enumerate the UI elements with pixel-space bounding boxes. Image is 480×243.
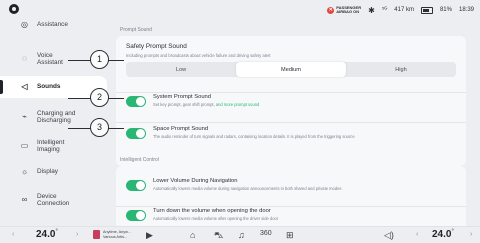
section-label-intelligent-control: Intelligent Control bbox=[120, 157, 159, 163]
right-temp-increase[interactable]: › bbox=[470, 231, 472, 238]
sounds-settings-panel: Prompt Sound Safety Prompt Sound Includi… bbox=[110, 20, 480, 226]
safety-volume-segmented-control: Low Medium High bbox=[126, 62, 456, 77]
signal-icon: ⁵ᴳ bbox=[381, 7, 388, 13]
left-temp-decrease[interactable]: ‹ bbox=[12, 231, 14, 238]
sidebar-item-device-connection[interactable]: ∞ Device Connection bbox=[0, 188, 107, 212]
car-settings-screen: ✕ PASSENGER AIRBAG ON ✱ ⁵ᴳ 417 km 81% 18… bbox=[0, 0, 480, 243]
car-icon[interactable]: ⛍ bbox=[214, 230, 223, 242]
callout-1: 1 bbox=[90, 50, 109, 69]
safety-prompt-title: Safety Prompt Sound bbox=[126, 43, 187, 50]
lower-nav-desc: Automatically lowers media volume during… bbox=[153, 186, 342, 191]
airbag-status: ✕ PASSENGER AIRBAG ON bbox=[327, 5, 361, 15]
divider bbox=[116, 92, 466, 93]
door-volume-row: Turn down the volume when opening the do… bbox=[116, 206, 466, 226]
bottom-dock: ‹ 24.0° › Anytime, Anyw... Various Artis… bbox=[0, 226, 480, 243]
media-artist: Various Artis... bbox=[103, 234, 128, 239]
space-prompt-row: Space Prompt Sound The audio reminder of… bbox=[116, 122, 466, 144]
sidebar-item-label: Voice Assistant bbox=[37, 51, 63, 67]
media-info[interactable]: Anytime, Anyw... Various Artis... bbox=[103, 230, 131, 239]
battery-icon bbox=[420, 6, 433, 14]
more-prompt-sound-link[interactable]: and more prompt sound bbox=[216, 102, 259, 107]
space-prompt-title: Space Prompt Sound bbox=[153, 126, 209, 132]
media-title: Anytime, Anyw... bbox=[103, 230, 131, 234]
play-icon[interactable]: ▶ bbox=[146, 230, 153, 241]
prompt-sound-card: Safety Prompt Sound Including prompts an… bbox=[116, 36, 466, 166]
system-prompt-title: System Prompt Sound bbox=[153, 94, 211, 100]
option-medium[interactable]: Medium bbox=[236, 62, 346, 77]
callout-3: 3 bbox=[90, 118, 109, 137]
sun-icon: ☼ bbox=[20, 167, 29, 177]
right-temperature[interactable]: 24.0° bbox=[432, 229, 454, 240]
battery-percent: 81% bbox=[439, 7, 452, 13]
right-temp-decrease[interactable]: ‹ bbox=[416, 231, 418, 238]
right-temp-unit: ° bbox=[451, 229, 454, 235]
charging-icon: ⌁ bbox=[22, 112, 27, 122]
sidebar-item-intelligent-imaging[interactable]: ▭ Intelligent Imaging bbox=[0, 134, 107, 158]
system-prompt-toggle[interactable] bbox=[126, 96, 146, 107]
bluetooth-icon: ✱ bbox=[368, 5, 375, 15]
option-high[interactable]: High bbox=[346, 62, 456, 77]
clock: 18:39 bbox=[458, 7, 474, 13]
volume-icon[interactable]: ◁) bbox=[384, 230, 394, 241]
link-icon: ∞ bbox=[21, 195, 28, 205]
airbag-label-line2: AIRBAG ON bbox=[336, 9, 360, 14]
camera-360-icon[interactable]: 360 bbox=[260, 230, 272, 237]
right-temp-value: 24.0 bbox=[432, 229, 452, 240]
intelligent-control-card: Lower Volume During Navigation Automatic… bbox=[116, 166, 466, 226]
apps-grid-icon[interactable]: ⊞ bbox=[286, 230, 294, 241]
sidebar-item-label: Device Connection bbox=[37, 192, 70, 208]
safety-prompt-desc: Including prompts and broadcasts about v… bbox=[126, 53, 271, 58]
lower-nav-row: Lower Volume During Navigation Automatic… bbox=[116, 176, 466, 198]
music-icon[interactable]: ♫ bbox=[238, 230, 245, 240]
assistance-icon: ◎ bbox=[21, 20, 28, 30]
sidebar-item-label: Charging and Discharging bbox=[37, 109, 76, 125]
album-art bbox=[93, 230, 100, 239]
callout-2: 2 bbox=[90, 88, 109, 107]
sidebar-item-label: Sounds bbox=[37, 83, 61, 91]
system-prompt-desc: Set key prompt, gear shift prompt, and m… bbox=[153, 102, 259, 107]
left-temp-unit: ° bbox=[55, 229, 58, 235]
airbag-icon: ✕ bbox=[327, 6, 335, 14]
door-volume-title: Turn down the volume when opening the do… bbox=[153, 208, 271, 214]
section-label-prompt-sound: Prompt Sound bbox=[120, 27, 152, 33]
sidebar-item-assistance[interactable]: ◎ Assistance bbox=[0, 14, 107, 36]
divider bbox=[116, 206, 466, 207]
camera-icon: ▭ bbox=[20, 141, 29, 151]
divider bbox=[116, 122, 466, 123]
space-prompt-desc: The audio reminder of turn signals and r… bbox=[153, 134, 355, 139]
sidebar-item-display[interactable]: ☼ Display bbox=[0, 162, 107, 182]
sidebar-item-label: Intelligent Imaging bbox=[37, 138, 65, 154]
door-volume-toggle[interactable] bbox=[126, 210, 146, 221]
door-volume-desc: Automatically lowers media volume after … bbox=[153, 216, 279, 221]
left-temp-increase[interactable]: › bbox=[76, 231, 78, 238]
system-prompt-row: System Prompt Sound Set key prompt, gear… bbox=[116, 92, 466, 114]
brand-logo bbox=[9, 4, 19, 14]
left-temperature[interactable]: 24.0° bbox=[36, 229, 58, 240]
voice-icon: ◌ bbox=[22, 54, 27, 64]
range-text: 417 km bbox=[394, 7, 414, 13]
speaker-icon: ◁ bbox=[21, 82, 28, 92]
sidebar-item-label: Assistance bbox=[37, 21, 68, 29]
sidebar-item-label: Display bbox=[37, 168, 58, 176]
lower-nav-title: Lower Volume During Navigation bbox=[153, 178, 238, 184]
space-prompt-toggle[interactable] bbox=[126, 128, 146, 139]
lower-nav-toggle[interactable] bbox=[126, 180, 146, 191]
home-icon[interactable]: ⌂ bbox=[190, 230, 195, 240]
left-temp-value: 24.0 bbox=[36, 229, 56, 240]
option-low[interactable]: Low bbox=[126, 62, 236, 77]
system-prompt-desc-text: Set key prompt, gear shift prompt, bbox=[153, 102, 215, 107]
status-indicators: ✕ PASSENGER AIRBAG ON ✱ ⁵ᴳ 417 km 81% 18… bbox=[327, 3, 474, 17]
